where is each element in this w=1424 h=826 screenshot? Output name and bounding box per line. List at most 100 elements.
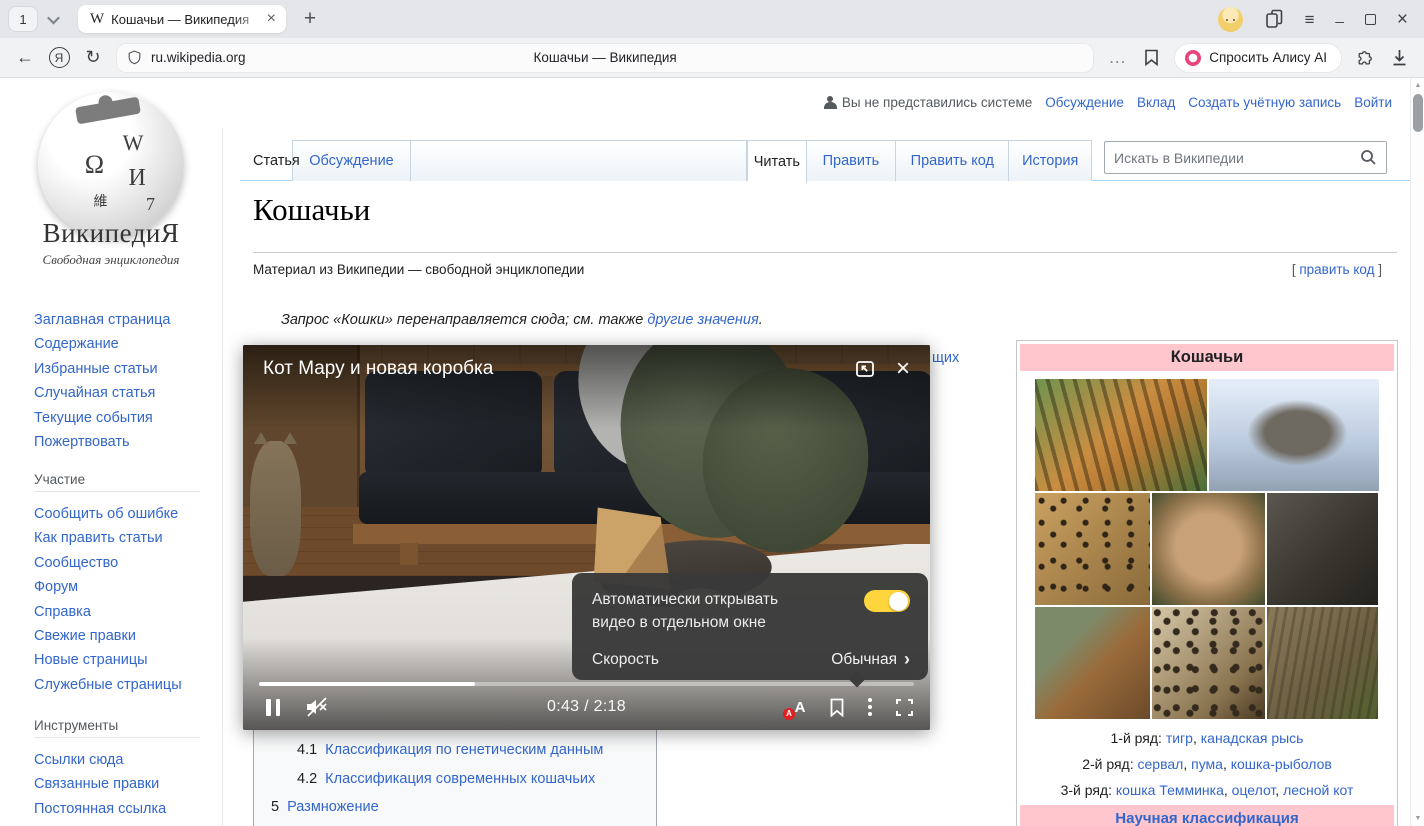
more-actions-button[interactable]: …	[1100, 43, 1134, 73]
save-bookmark-icon[interactable]	[829, 698, 845, 717]
personal-link-talk[interactable]: Обсуждение	[1045, 95, 1124, 110]
tab-edit[interactable]: Править	[807, 141, 896, 181]
toggle-knob	[889, 592, 908, 611]
caption-link[interactable]: кошка-рыболов	[1231, 756, 1332, 772]
return-to-page-button[interactable]	[854, 358, 876, 380]
autopopup-toggle[interactable]	[864, 590, 910, 612]
browser-tab[interactable]: W Кошачьи — Википедия ×	[78, 5, 286, 33]
caption-link[interactable]: канадская рысь	[1201, 730, 1304, 746]
scroll-down-arrow[interactable]: ▼	[1411, 815, 1424, 822]
scientific-classification-link[interactable]: Научная классификация	[1115, 810, 1298, 826]
side-panels-icon[interactable]	[1264, 9, 1284, 29]
ocelot-photo[interactable]	[1152, 607, 1265, 719]
puma-photo[interactable]	[1152, 493, 1265, 605]
tab-article[interactable]: Статья	[253, 140, 300, 181]
toc-link[interactable]: Классификация современных кошачьих	[325, 771, 595, 787]
sidebar-item-recent-changes[interactable]: Свежие правки	[34, 628, 136, 644]
tab-talk[interactable]: Обсуждение	[293, 141, 411, 181]
scroll-up-arrow[interactable]: ▲	[1411, 82, 1424, 89]
tab-edit-source-label[interactable]: Править код	[911, 153, 994, 169]
mute-icon[interactable]	[304, 696, 330, 718]
video-close-button[interactable]: ×	[892, 358, 914, 380]
fishing-cat-photo[interactable]	[1267, 493, 1378, 605]
tab-history[interactable]: История	[1009, 141, 1091, 181]
hatnote-link[interactable]: другие значения	[647, 312, 758, 328]
pause-button[interactable]	[266, 699, 280, 716]
yandex-button[interactable]: Я	[42, 43, 76, 73]
tab-edit-label[interactable]: Править	[823, 153, 880, 169]
sidebar-nav: Заглавная страница Содержание Избранные …	[34, 308, 170, 454]
shield-icon	[126, 49, 143, 66]
back-button[interactable]: ←	[8, 43, 42, 73]
personal-link-login[interactable]: Войти	[1354, 95, 1392, 110]
tab-talk-label[interactable]: Обсуждение	[309, 153, 393, 169]
sidebar-item-forum[interactable]: Форум	[34, 579, 78, 595]
speed-menu-item[interactable]: Скорость Обычная ›	[592, 648, 910, 671]
caption-link[interactable]: тигр	[1166, 730, 1193, 746]
tab-group-badge[interactable]: 1	[8, 6, 38, 32]
personal-link-contributions[interactable]: Вклад	[1137, 95, 1175, 110]
maximize-button[interactable]	[1365, 14, 1376, 25]
wikipedia-globe-logo[interactable]: Ω W И 7 維	[38, 92, 184, 238]
caption-link[interactable]: лесной кот	[1283, 782, 1353, 798]
caption-link[interactable]: пума	[1191, 756, 1223, 772]
tab-read[interactable]: Читать	[748, 141, 807, 183]
sidebar-item-community[interactable]: Сообщество	[34, 555, 118, 571]
scrollbar-thumb[interactable]	[1413, 94, 1423, 132]
kebab-menu-icon[interactable]	[864, 698, 876, 716]
search-input[interactable]	[1105, 150, 1360, 166]
sidebar-item-related-changes[interactable]: Связанные правки	[34, 776, 159, 792]
extensions-button[interactable]	[1348, 43, 1382, 73]
toc-item[interactable]: 5 Размножение	[254, 793, 656, 822]
sidebar-item-permanent-link[interactable]: Постоянная ссылка	[34, 801, 166, 817]
sidebar-item-what-links-here[interactable]: Ссылки сюда	[34, 752, 123, 768]
tab-close-button[interactable]: ×	[265, 11, 278, 27]
minimize-button[interactable]: _	[1336, 8, 1344, 23]
address-bar[interactable]: ru.wikipedia.org Кошачьи — Википедия	[116, 43, 1094, 73]
personal-link-create-account[interactable]: Создать учётную запись	[1188, 95, 1341, 110]
tab-list-button[interactable]	[40, 6, 66, 32]
translate-icon[interactable]: A A	[790, 699, 810, 716]
scientific-classification-header[interactable]: Научная классификация	[1020, 805, 1394, 826]
toc-item[interactable]: 4.2 Классификация современных кошачьих	[254, 765, 656, 794]
toc-item[interactable]: 4.1 Классификация по генетическим данным	[254, 736, 656, 765]
temminck-cat-photo[interactable]	[1035, 607, 1150, 719]
search-icon[interactable]	[1360, 149, 1377, 166]
close-window-button[interactable]: ×	[1397, 10, 1408, 29]
wildcat-photo[interactable]	[1267, 607, 1378, 719]
video-progress-bar[interactable]	[259, 682, 914, 686]
tiger-photo[interactable]	[1035, 379, 1207, 491]
caption-link[interactable]: оцелот	[1232, 782, 1276, 798]
sidebar-item-random[interactable]: Случайная статья	[34, 385, 155, 401]
new-tab-button[interactable]: +	[296, 5, 324, 33]
sidebar-item-help[interactable]: Справка	[34, 604, 91, 620]
toc-link[interactable]: Классификация по генетическим данным	[325, 742, 603, 758]
sidebar-item-special-pages[interactable]: Служебные страницы	[34, 677, 182, 693]
edit-code-link[interactable]: править код	[1299, 262, 1374, 277]
sidebar-item-featured[interactable]: Избранные статьи	[34, 361, 158, 377]
menu-icon[interactable]: ≡	[1305, 11, 1315, 28]
sidebar-item-report-error[interactable]: Сообщить об ошибке	[34, 506, 178, 522]
page-scrollbar[interactable]: ▲ ▼	[1410, 78, 1424, 826]
bookmark-button[interactable]	[1134, 43, 1168, 73]
video-player[interactable]: Кот Мару и новая коробка × 0:43 /	[243, 345, 930, 730]
sidebar-item-contents[interactable]: Содержание	[34, 336, 119, 352]
intro-text-fragment[interactable]: щих	[932, 350, 959, 366]
downloads-button[interactable]	[1382, 43, 1416, 73]
profile-avatar[interactable]	[1218, 7, 1243, 32]
sidebar-item-current-events[interactable]: Текущие события	[34, 410, 153, 426]
tab-history-label[interactable]: История	[1022, 153, 1078, 169]
sidebar-item-main-page[interactable]: Заглавная страница	[34, 312, 170, 328]
toc-link[interactable]: Размножение	[287, 799, 379, 815]
fullscreen-icon[interactable]	[895, 698, 914, 717]
reload-button[interactable]: ↻	[76, 43, 110, 73]
caption-link[interactable]: сервал	[1138, 756, 1184, 772]
sidebar-item-how-to-edit[interactable]: Как править статьи	[34, 530, 163, 546]
canada-lynx-photo[interactable]	[1209, 379, 1379, 491]
tab-edit-source[interactable]: Править код	[896, 141, 1009, 181]
sidebar-item-donate[interactable]: Пожертвовать	[34, 434, 130, 450]
caption-link[interactable]: кошка Темминка	[1116, 782, 1224, 798]
ask-alice-button[interactable]: Спросить Алису AI	[1174, 43, 1342, 73]
sidebar-item-new-pages[interactable]: Новые страницы	[34, 652, 148, 668]
serval-photo[interactable]	[1035, 493, 1150, 605]
